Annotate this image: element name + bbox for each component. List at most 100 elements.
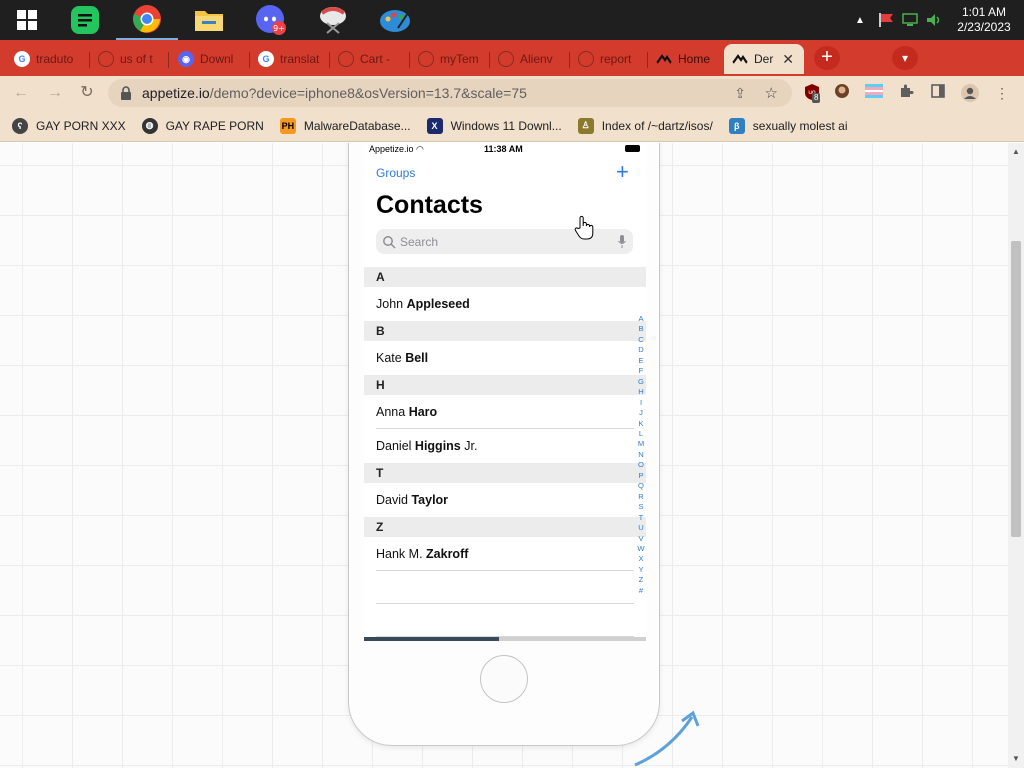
browser-tab-1[interactable]: Gtraduto <box>6 44 88 74</box>
profile-extension-icon[interactable] <box>832 83 852 103</box>
taskbar-app-paint[interactable] <box>302 0 364 40</box>
index-letter[interactable]: E <box>636 356 646 366</box>
index-letter[interactable]: N <box>636 450 646 460</box>
side-panel-icon[interactable] <box>928 83 948 103</box>
tab-search-button[interactable]: ▾ <box>892 46 918 70</box>
index-letter[interactable]: M <box>636 439 646 449</box>
index-letter[interactable]: Y <box>636 565 646 575</box>
index-letter[interactable]: U <box>636 523 646 533</box>
network-icon[interactable] <box>900 12 920 28</box>
browser-tab-strip: Gtraduto us of t ◉ Downl Gtranslat Cart -… <box>0 40 1024 97</box>
scroll-thumb[interactable] <box>1011 241 1021 537</box>
section-header-h: H <box>364 375 646 395</box>
index-letter[interactable]: A <box>636 314 646 324</box>
microphone-icon[interactable] <box>618 235 626 248</box>
start-button[interactable] <box>0 0 54 40</box>
index-letter[interactable]: V <box>636 534 646 544</box>
index-letter[interactable]: R <box>636 492 646 502</box>
browser-tab-7[interactable]: Alienv <box>490 44 568 74</box>
appetize-logo-icon <box>656 54 672 64</box>
index-letter[interactable]: B <box>636 324 646 334</box>
iphone-home-button[interactable] <box>480 655 528 703</box>
flag-extension-icon[interactable] <box>864 83 884 103</box>
taskbar-app-chrome[interactable] <box>116 0 178 40</box>
taskbar-app-notes[interactable] <box>54 0 116 40</box>
index-letter[interactable]: L <box>636 429 646 439</box>
taskbar-app-discord[interactable]: 9+ <box>240 0 302 40</box>
index-letter[interactable]: G <box>636 377 646 387</box>
groups-button[interactable]: Groups <box>376 166 415 180</box>
index-letter[interactable]: X <box>636 554 646 564</box>
tray-clock[interactable]: 1:01 AM 2/23/2023 <box>944 5 1024 35</box>
browser-tab-4[interactable]: Gtranslat <box>250 44 328 74</box>
index-letter[interactable]: # <box>636 586 646 596</box>
ublock-extension-icon[interactable]: uo 8 <box>802 83 822 103</box>
contact-row[interactable]: Anna Haro <box>364 395 646 429</box>
contact-row[interactable]: David Taylor <box>364 483 646 517</box>
index-letter[interactable]: J <box>636 408 646 418</box>
browser-tab-2[interactable]: us of t <box>90 44 168 74</box>
index-letter[interactable]: Z <box>636 575 646 585</box>
browser-tab-active[interactable]: Der ✕ <box>724 44 804 74</box>
index-letter[interactable]: W <box>636 544 646 554</box>
profile-avatar-icon[interactable] <box>960 83 980 103</box>
index-letter[interactable]: S <box>636 502 646 512</box>
contact-row[interactable]: John Appleseed <box>364 287 646 321</box>
bookmark-1[interactable]: ʕ GAY PORN XXX <box>12 117 126 134</box>
bookmark-6[interactable]: β sexually molest ai <box>728 117 848 134</box>
index-letter[interactable]: K <box>636 419 646 429</box>
bookmark-2[interactable]: ◍ GAY RAPE PORN <box>141 117 264 134</box>
index-letter[interactable]: D <box>636 345 646 355</box>
index-letter[interactable]: C <box>636 335 646 345</box>
iphone-frame: Appetize.io ◠ 11:38 AM Groups + Contacts… <box>348 143 660 746</box>
index-letter[interactable]: T <box>636 513 646 523</box>
contact-row[interactable]: Hank M. Zakroff <box>364 537 646 571</box>
bookmark-star-icon[interactable]: ☆ <box>765 84 778 102</box>
wifi-icon: ◠ <box>416 144 424 154</box>
lock-icon <box>121 86 131 100</box>
chrome-menu-icon[interactable]: ⋮ <box>992 83 1012 103</box>
forward-button[interactable]: → <box>44 82 66 104</box>
tray-overflow-icon[interactable]: ▲ <box>850 15 870 26</box>
scroll-up-arrow-icon[interactable]: ▲ <box>1011 147 1021 157</box>
close-tab-icon[interactable]: ✕ <box>782 51 794 68</box>
volume-icon[interactable] <box>924 12 944 28</box>
address-bar[interactable]: appetize.io/demo?device=iphone8&osVersio… <box>108 79 792 107</box>
scroll-down-arrow-icon[interactable]: ▼ <box>1011 754 1021 764</box>
section-index-bar[interactable]: A B C D E F G H I J K L M N O P Q R S T U V W X Y Z # <box>636 314 646 596</box>
add-contact-button[interactable]: + <box>616 159 629 185</box>
taskbar-app-palette[interactable] <box>364 0 426 40</box>
new-tab-button[interactable]: + <box>814 46 840 70</box>
flag-icon[interactable] <box>876 12 896 28</box>
index-letter[interactable]: F <box>636 366 646 376</box>
contact-row[interactable]: Daniel Higgins Jr. <box>364 429 646 463</box>
contact-row[interactable]: Kate Bell <box>364 341 646 375</box>
index-letter[interactable]: I <box>636 398 646 408</box>
extensions-puzzle-icon[interactable] <box>896 83 916 103</box>
bookmark-label: Windows 11 Downl... <box>450 118 562 133</box>
index-letter[interactable]: P <box>636 471 646 481</box>
browser-tab-6[interactable]: myTem <box>410 44 488 74</box>
browser-tab-8[interactable]: report <box>570 44 646 74</box>
scroll-progress-bar <box>364 637 646 641</box>
bookmark-3[interactable]: PH MalwareDatabase... <box>279 117 411 134</box>
browser-tab-5[interactable]: Cart - <box>330 44 408 74</box>
browser-tab-3[interactable]: ◉ Downl <box>170 44 248 74</box>
contacts-search-field[interactable]: Search <box>376 229 633 254</box>
clock-date: 2/23/2023 <box>957 20 1011 34</box>
page-scrollbar[interactable]: ▲ ▼ <box>1008 143 1024 768</box>
appetize-logo-icon <box>732 54 748 64</box>
taskbar-app-explorer[interactable] <box>178 0 240 40</box>
share-icon[interactable]: ⇪ <box>734 85 746 102</box>
bookmark-4[interactable]: X Windows 11 Downl... <box>426 117 562 134</box>
back-button[interactable]: ← <box>10 82 32 104</box>
clock-time: 1:01 AM <box>961 5 1007 19</box>
browser-tab-9[interactable]: Home <box>648 44 724 74</box>
index-letter[interactable]: H <box>636 387 646 397</box>
iphone-screen[interactable]: Appetize.io ◠ 11:38 AM Groups + Contacts… <box>364 143 646 641</box>
battery-icon <box>625 145 640 152</box>
index-letter[interactable]: O <box>636 460 646 470</box>
reload-button[interactable]: ↻ <box>76 82 98 104</box>
bookmark-5[interactable]: ♙ Index of /~dartz/isos/ <box>577 117 713 134</box>
index-letter[interactable]: Q <box>636 481 646 491</box>
